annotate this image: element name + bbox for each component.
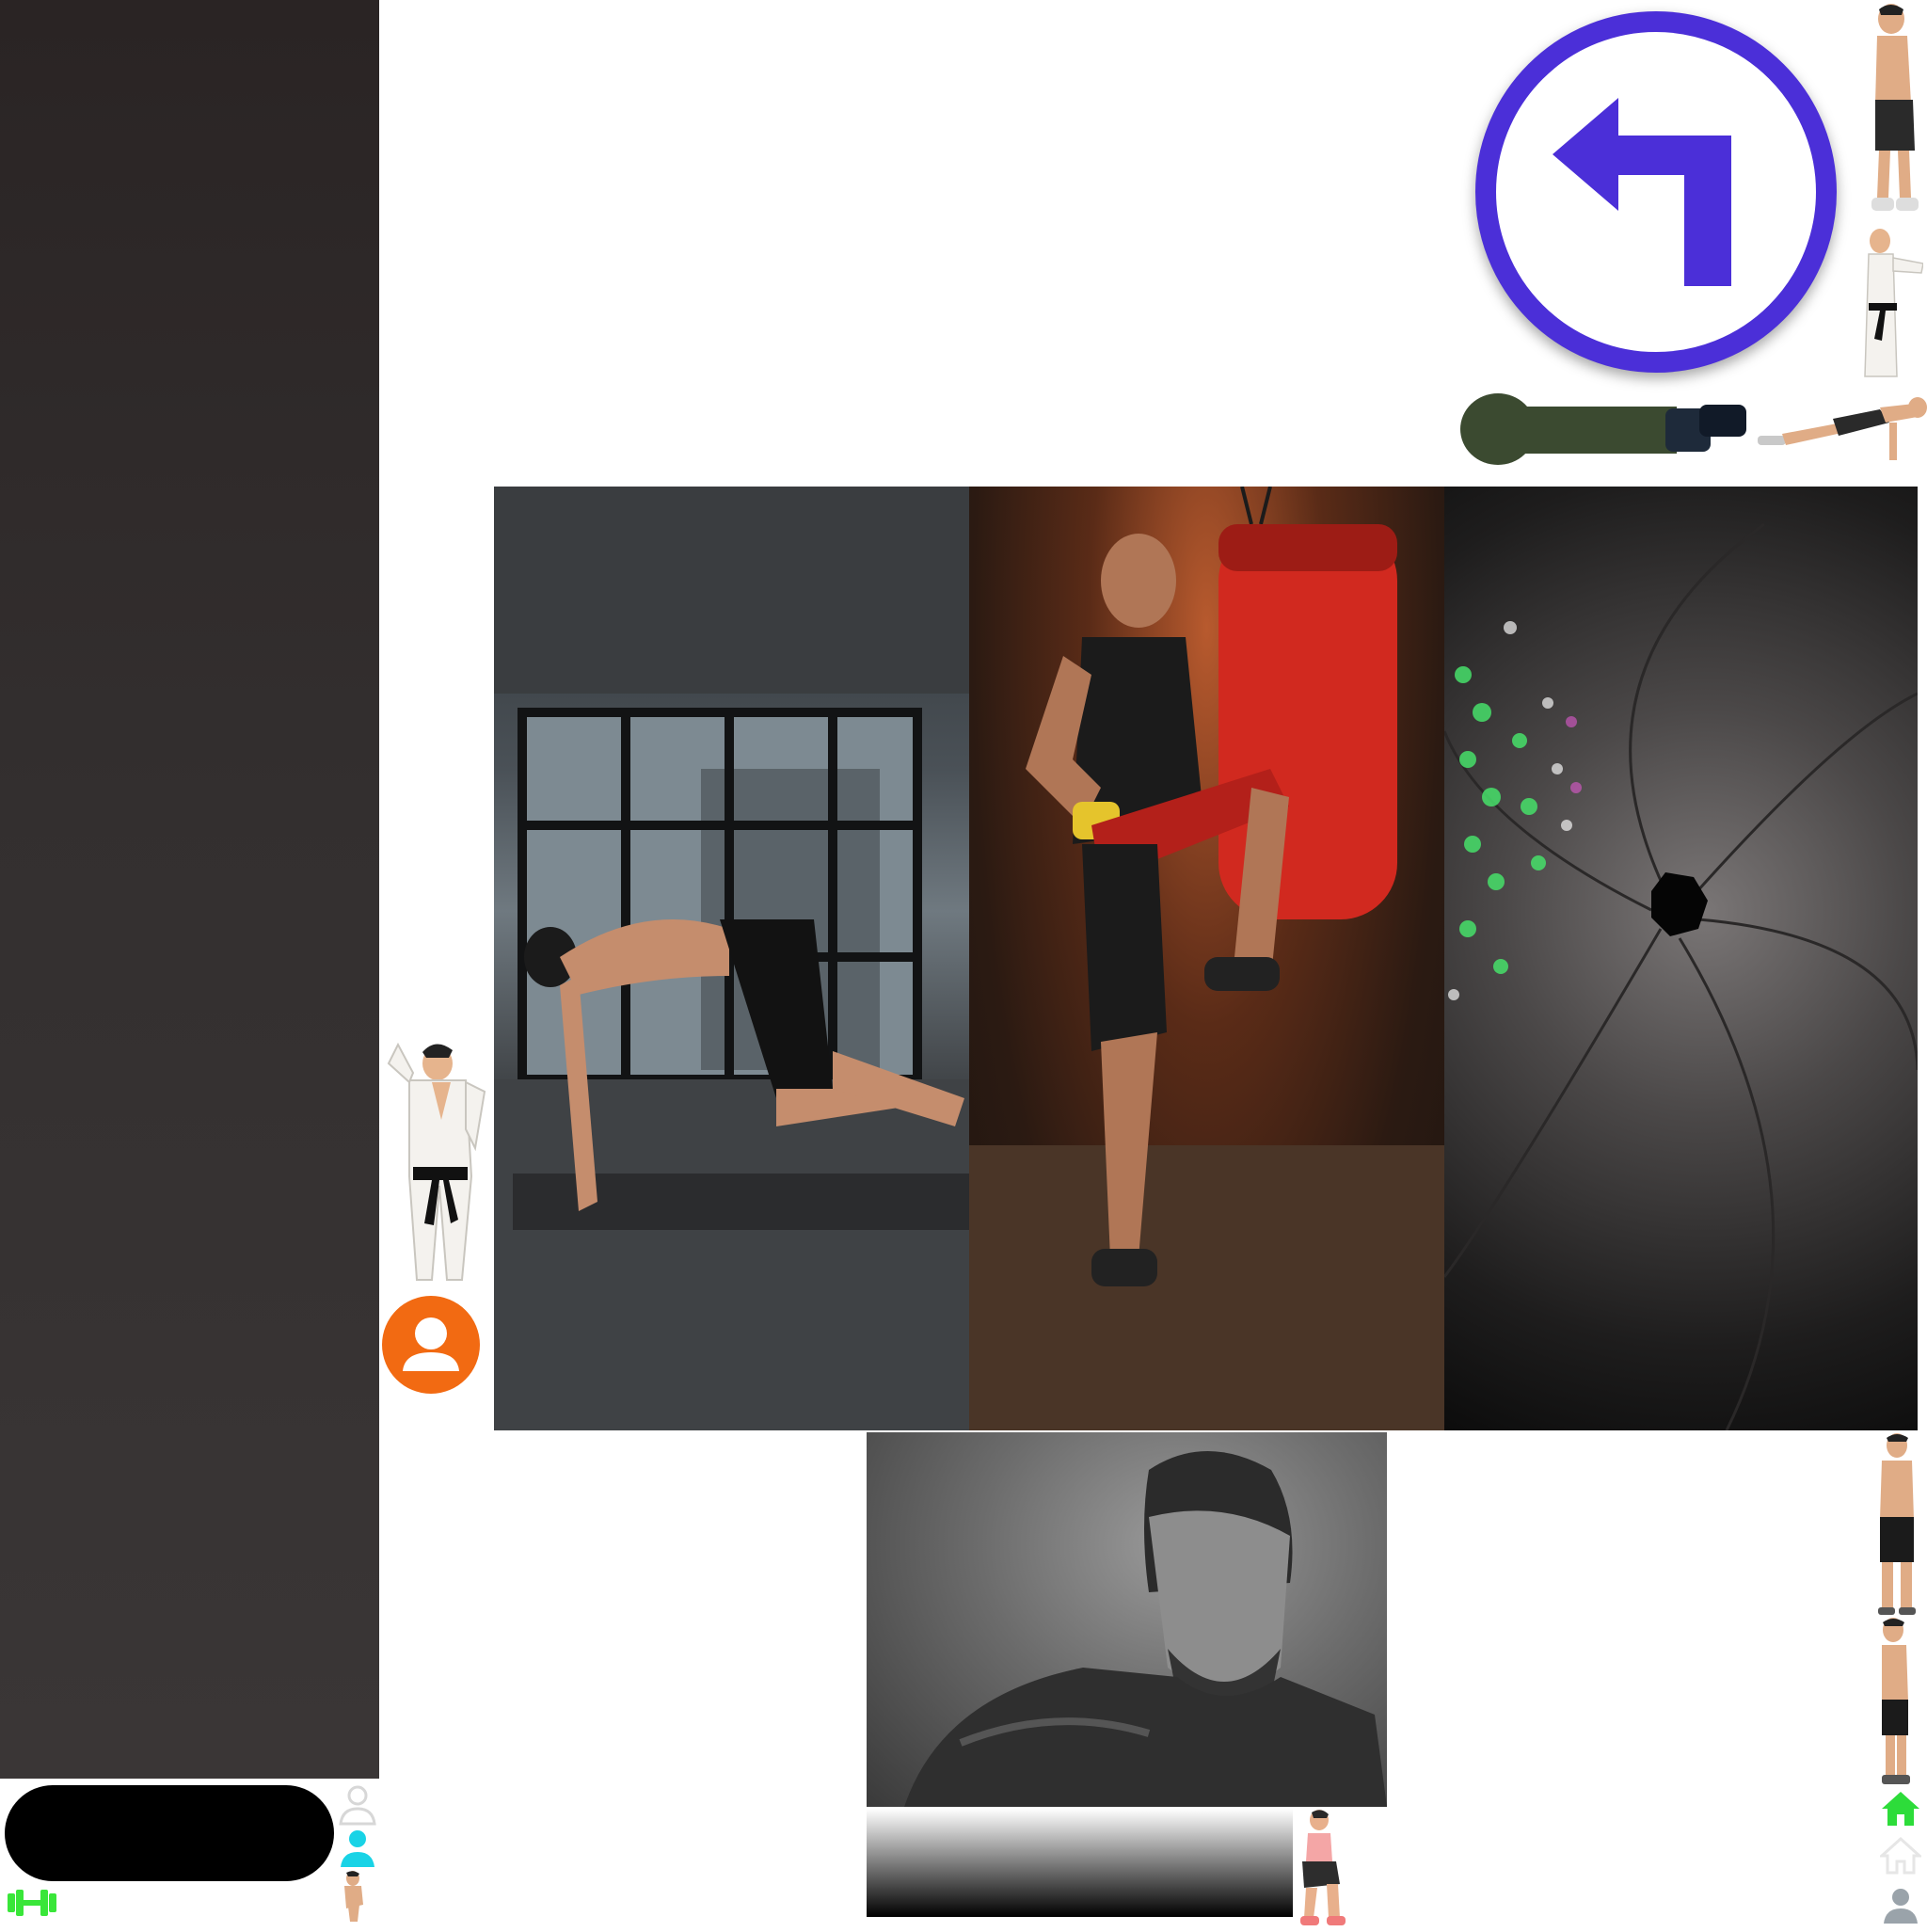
action-pill[interactable] — [5, 1785, 334, 1881]
side-panel — [0, 0, 379, 1779]
mini-figure — [339, 1871, 367, 1924]
mountain-climber-photo[interactable] — [494, 487, 969, 1430]
dumbbell-icon[interactable] — [4, 1886, 60, 1920]
user-active-icon[interactable] — [336, 1826, 379, 1869]
standing-figure-2 — [1871, 1617, 1922, 1784]
pushup-figure — [1748, 391, 1927, 475]
home-icon[interactable] — [1880, 1788, 1921, 1829]
squat-figure — [1295, 1809, 1347, 1927]
user-icon[interactable] — [1880, 1884, 1921, 1925]
back-button[interactable] — [1475, 11, 1837, 373]
user-circle-icon — [403, 1317, 459, 1371]
knee-strike-punching-bag-photo[interactable] — [969, 487, 1444, 1430]
profile-button[interactable] — [382, 1296, 480, 1394]
jumping-figure — [1858, 0, 1924, 226]
user-outline-icon[interactable] — [336, 1782, 379, 1826]
plank-figure-large — [1460, 386, 1747, 472]
turn-left-arrow-icon — [1553, 98, 1731, 286]
gradient-banner — [867, 1809, 1293, 1917]
karate-punch-figure — [1855, 226, 1924, 386]
camera-aperture-photo[interactable] — [1444, 487, 1918, 1430]
home-outline-icon[interactable] — [1878, 1835, 1923, 1876]
standing-figure-1 — [1871, 1432, 1922, 1616]
portrait-photo[interactable] — [867, 1432, 1387, 1807]
karate-figure — [381, 1026, 492, 1294]
